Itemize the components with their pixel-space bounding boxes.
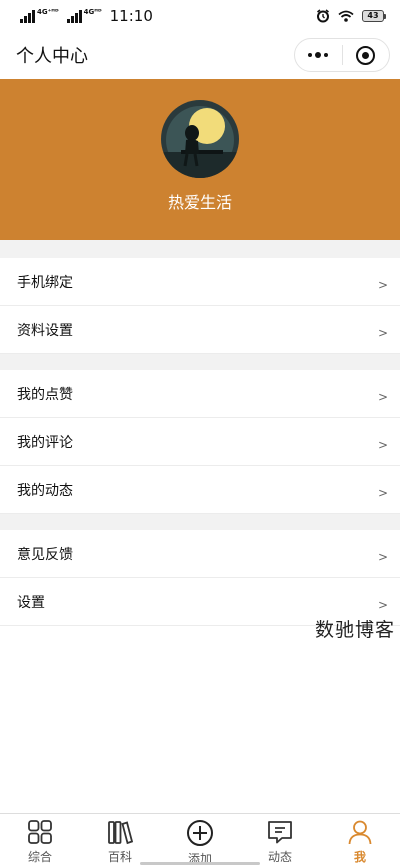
menu-item-profile-settings[interactable]: 资料设置 > (0, 306, 400, 354)
menu-list: 手机绑定 > 资料设置 > 我的点赞 > 我的评论 > 我的动态 > 意见反馈 … (0, 240, 400, 626)
menu-item-label: 我的点赞 (17, 386, 73, 403)
chevron-right-icon: > (377, 438, 388, 452)
more-button[interactable] (295, 39, 342, 71)
navigation-bar: 个人中心 (0, 32, 400, 78)
home-indicator (140, 862, 260, 865)
alarm-icon (317, 9, 329, 23)
battery-icon: 43 (362, 10, 386, 22)
signal-icon (20, 9, 35, 23)
menu-item-label: 我的动态 (17, 482, 73, 499)
tab-me[interactable]: 我 (320, 814, 400, 867)
plus-circle-icon (187, 820, 213, 846)
tab-bar: 综合 百科 添加 动态 我 (0, 813, 400, 867)
message-icon (268, 821, 292, 844)
tab-label: 百科 (107, 850, 132, 864)
avatar[interactable] (161, 100, 239, 178)
close-mini-program-button[interactable] (343, 39, 390, 71)
chevron-right-icon: > (377, 486, 388, 500)
username: 热爱生活 (167, 193, 232, 212)
watermark: 数驰博客 (315, 619, 396, 641)
chevron-right-icon: > (377, 278, 388, 292)
tab-activity[interactable]: 动态 (240, 814, 320, 867)
signal-icon-2 (66, 9, 82, 23)
network-label-2: 4Gᴴᴰ (83, 8, 102, 16)
menu-item-feedback[interactable]: 意见反馈 > (0, 530, 400, 578)
network-label-1: 4G⁺ᴴᴰ (37, 8, 59, 16)
more-dots-icon (308, 52, 329, 58)
clock: 11:10 (109, 7, 153, 25)
wifi-icon (338, 10, 354, 22)
user-icon (348, 820, 372, 845)
menu-item-my-posts[interactable]: 我的动态 > (0, 466, 400, 514)
menu-item-label: 我的评论 (17, 434, 73, 451)
grid-icon (28, 820, 52, 844)
menu-item-my-comments[interactable]: 我的评论 > (0, 418, 400, 466)
tab-label: 综合 (27, 850, 52, 864)
menu-item-label: 手机绑定 (17, 274, 73, 291)
chevron-right-icon: > (377, 598, 388, 612)
page-title: 个人中心 (16, 46, 88, 67)
menu-item-label: 设置 (17, 594, 45, 611)
chevron-right-icon: > (377, 326, 388, 340)
chevron-right-icon: > (377, 550, 388, 564)
tab-general[interactable]: 综合 (0, 814, 80, 867)
tab-label: 动态 (267, 850, 292, 864)
menu-item-label: 资料设置 (17, 322, 73, 339)
profile-banner: 热爱生活 (0, 79, 400, 240)
tab-encyclopedia[interactable]: 百科 (80, 814, 160, 867)
battery-level: 43 (362, 10, 384, 22)
chevron-right-icon: > (377, 390, 388, 404)
menu-item-my-likes[interactable]: 我的点赞 > (0, 370, 400, 418)
tab-label: 我 (353, 850, 366, 864)
menu-item-label: 意见反馈 (17, 546, 73, 563)
books-icon (108, 821, 133, 845)
status-bar: 4G⁺ᴴᴰ 4Gᴴᴰ 11:10 43 (0, 0, 400, 32)
tab-add[interactable]: 添加 (160, 814, 240, 867)
mini-program-capsule (294, 38, 390, 72)
menu-item-phone-binding[interactable]: 手机绑定 > (0, 258, 400, 306)
target-icon (356, 45, 376, 65)
